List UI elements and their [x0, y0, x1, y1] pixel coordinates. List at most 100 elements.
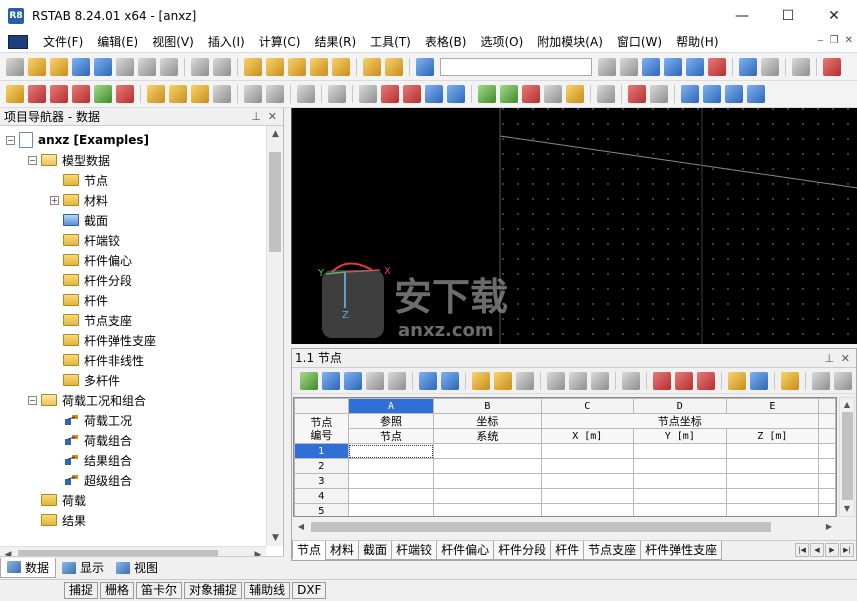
column-header-c[interactable]: C: [540, 398, 635, 414]
snap-toggle[interactable]: 捕捉: [64, 582, 99, 599]
table-horizontal-scrollbar[interactable]: ◀ ▶: [293, 519, 837, 535]
save-icon[interactable]: [94, 58, 112, 76]
cartesian-toggle[interactable]: 笛卡尔: [136, 582, 183, 599]
table-delete-row-icon[interactable]: [344, 371, 362, 390]
select-window-icon[interactable]: [297, 85, 315, 103]
view-z-icon[interactable]: [522, 85, 540, 103]
tree-item[interactable]: 结果组合: [50, 450, 132, 470]
menu-insert[interactable]: 插入(I): [201, 31, 252, 53]
table-vertical-scrollbar[interactable]: ▲ ▼: [839, 397, 855, 517]
sheet-tab-member-elastic-foundations[interactable]: 杆件弹性支座: [640, 541, 723, 560]
tree-item[interactable]: 荷载组合: [50, 430, 132, 450]
table-layout-icon[interactable]: [750, 371, 768, 390]
results-values-icon[interactable]: [686, 58, 704, 76]
open-example-icon[interactable]: [50, 58, 68, 76]
row-number[interactable]: 3: [294, 473, 349, 489]
frame-icon[interactable]: [169, 85, 187, 103]
truss-icon[interactable]: [191, 85, 209, 103]
guidelines-toggle[interactable]: 辅助线: [244, 582, 291, 599]
table-export-icon[interactable]: [441, 371, 459, 390]
sheet-tab-member-divisions[interactable]: 杆件分段: [493, 541, 552, 560]
table-excel-icon[interactable]: [300, 371, 318, 390]
print-icon[interactable]: [116, 58, 134, 76]
table-cell[interactable]: [540, 443, 635, 459]
model-icon[interactable]: [72, 58, 90, 76]
mdi-close-button[interactable]: ✕: [845, 35, 853, 46]
table-sync-icon[interactable]: [494, 371, 512, 390]
mdi-minimize-button[interactable]: ‒: [817, 35, 823, 46]
tree-item[interactable]: 节点: [50, 170, 108, 190]
navigator-toggle-icon[interactable]: [363, 58, 381, 76]
table-cell[interactable]: [633, 443, 727, 459]
table-cell[interactable]: [633, 503, 727, 516]
document-icon[interactable]: [8, 34, 28, 49]
result-vy-icon[interactable]: [725, 85, 743, 103]
dxf-toggle[interactable]: DXF: [292, 582, 327, 599]
table-sort-icon[interactable]: [591, 371, 609, 390]
table-cell[interactable]: [725, 458, 820, 474]
new-member-icon[interactable]: [50, 85, 68, 103]
tree-item[interactable]: 超级组合: [50, 470, 132, 490]
scroll-up-icon[interactable]: ▲: [267, 126, 284, 142]
tree-item[interactable]: 杆件非线性: [50, 350, 144, 370]
display-options-icon[interactable]: [566, 85, 584, 103]
table-columns-icon[interactable]: [728, 371, 746, 390]
table-move-up-icon[interactable]: [547, 371, 565, 390]
select-icon[interactable]: [6, 85, 24, 103]
table-delete-icon[interactable]: [622, 371, 640, 390]
sheet-tab-member-hinges[interactable]: 杆端铰: [391, 541, 438, 560]
scroll-up-icon[interactable]: ▲: [840, 398, 854, 412]
row-number[interactable]: 2: [294, 458, 349, 474]
tree-item[interactable]: 荷载工况: [50, 410, 132, 430]
collapse-icon[interactable]: −: [28, 155, 37, 165]
zoom-window-icon[interactable]: [381, 85, 399, 103]
table-toggle-icon[interactable]: [385, 58, 403, 76]
copy-icon[interactable]: [332, 58, 350, 76]
tree-item[interactable]: 杆件弹性支座: [50, 330, 156, 350]
results-xmax-icon[interactable]: [708, 58, 726, 76]
tree-item[interactable]: − 模型数据: [28, 150, 110, 170]
table-cell[interactable]: [433, 503, 542, 516]
table-cell[interactable]: [818, 443, 836, 459]
table-cell[interactable]: [818, 503, 836, 516]
table-cell[interactable]: [347, 458, 435, 474]
menu-edit[interactable]: 编辑(E): [90, 31, 145, 53]
table-cell[interactable]: [540, 458, 635, 474]
measure-icon[interactable]: [244, 85, 262, 103]
column-header-e[interactable]: E: [725, 398, 820, 414]
table-cell[interactable]: [347, 503, 435, 516]
maximize-button[interactable]: ☐: [765, 0, 811, 31]
sheet-tab-materials[interactable]: 材料: [325, 541, 360, 560]
view-3d-icon[interactable]: [447, 85, 465, 103]
deformation-icon[interactable]: [761, 58, 779, 76]
previous-sheet-icon[interactable]: ◀: [810, 543, 824, 557]
tree-item[interactable]: 荷载: [28, 490, 86, 510]
menu-file[interactable]: 文件(F): [36, 31, 90, 53]
tree-item[interactable]: 杆件分段: [50, 270, 132, 290]
table-cell[interactable]: [347, 473, 435, 489]
load-case-combo[interactable]: [440, 58, 592, 76]
collapse-icon[interactable]: −: [6, 135, 15, 145]
table-edit-icon[interactable]: [781, 371, 799, 390]
find-icon[interactable]: [266, 58, 284, 76]
menu-calculate[interactable]: 计算(C): [252, 31, 308, 53]
result-n-icon[interactable]: [703, 85, 721, 103]
last-sheet-icon[interactable]: ▶|: [840, 543, 854, 557]
eraser-icon[interactable]: [650, 85, 668, 103]
line-icon[interactable]: [628, 85, 646, 103]
column-header-a[interactable]: A: [347, 398, 435, 414]
menu-table[interactable]: 表格(B): [418, 31, 474, 53]
sheet-tab-nodes[interactable]: 节点: [292, 541, 327, 560]
sheet-tab-members[interactable]: 杆件: [550, 541, 585, 560]
render-icon[interactable]: [597, 85, 615, 103]
pin-icon[interactable]: ⊥: [251, 108, 261, 126]
edit-icon[interactable]: [244, 58, 262, 76]
menu-options[interactable]: 选项(O): [473, 31, 530, 53]
table-cell[interactable]: [633, 473, 727, 489]
scroll-down-icon[interactable]: ▼: [840, 502, 854, 516]
model-viewport[interactable]: X Y Z: [291, 108, 857, 344]
table-split-icon[interactable]: [675, 371, 693, 390]
menu-addon-modules[interactable]: 附加模块(A): [530, 31, 610, 53]
table-print-icon[interactable]: [834, 371, 852, 390]
open-file-icon[interactable]: [28, 58, 46, 76]
